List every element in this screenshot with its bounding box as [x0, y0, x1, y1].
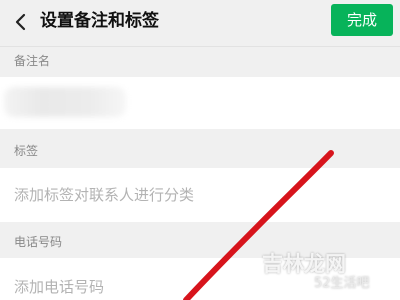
watermark-sub-text: 52生活吧	[314, 276, 370, 291]
blurred-remark-name	[4, 87, 126, 117]
tags-field[interactable]: 添加标签对联系人进行分类	[0, 168, 400, 222]
tags-section-label: 标签	[14, 144, 39, 158]
done-button[interactable]: 完成	[331, 4, 393, 36]
phone-placeholder: 添加电话号码	[14, 278, 105, 296]
page-title: 设置备注和标签	[40, 11, 159, 31]
back-button[interactable]	[4, 5, 38, 39]
watermark-main-text: 吉林龙网	[262, 252, 346, 276]
chevron-left-icon	[15, 13, 26, 31]
site-watermark: 吉林龙网 52生活吧	[262, 251, 398, 297]
title-bar: 设置备注和标签 完成	[0, 0, 400, 47]
remark-section-label: 备注名	[14, 54, 51, 68]
remark-name-field[interactable]	[0, 77, 400, 129]
contact-remark-screen: 设置备注和标签 完成 备注名 标签 添加标签对联系人进行分类 电话号码 添加电话…	[0, 0, 400, 300]
phone-section-label: 电话号码	[14, 235, 63, 249]
tags-placeholder: 添加标签对联系人进行分类	[14, 186, 195, 204]
